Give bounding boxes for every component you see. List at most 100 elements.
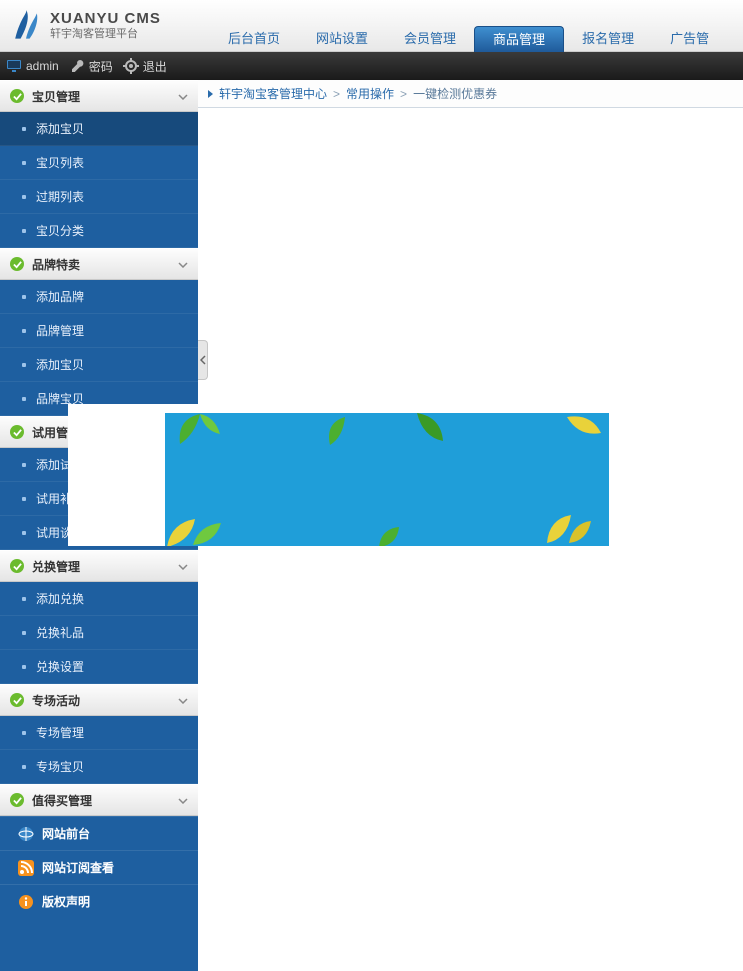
section-title: 宝贝管理 [32,88,80,105]
sidebar-section-3[interactable]: 兑换管理 [0,550,198,582]
bullet-icon [22,229,26,233]
copyright-link[interactable]: 版权声明 [0,884,198,918]
tab-1[interactable]: 网站设置 [298,26,386,52]
check-icon [10,793,24,807]
sidebar-item[interactable]: 品牌管理 [0,314,198,348]
tab-0[interactable]: 后台首页 [210,26,298,52]
chevron-down-icon [178,257,188,271]
logout-label: 退出 [143,58,167,75]
sidebar-item-label: 过期列表 [36,188,84,205]
check-icon [10,89,24,103]
sidebar-item-label: 兑换设置 [36,658,84,675]
bullet-icon [22,597,26,601]
sidebar-item-label: 添加宝贝 [36,356,84,373]
sidebar-item[interactable]: 专场宝贝 [0,750,198,784]
sidebar-item-label: 专场宝贝 [36,758,84,775]
check-icon [10,559,24,573]
sidebar-item[interactable]: 宝贝分类 [0,214,198,248]
tab-2[interactable]: 会员管理 [386,26,474,52]
leaf-icon [325,415,365,449]
sidebar-item[interactable]: 添加宝贝 [0,112,198,146]
globe-icon [18,826,34,842]
sidebar-section-0[interactable]: 宝贝管理 [0,80,198,112]
logo-subtitle: 轩宇淘客管理平台 [50,28,161,40]
sidebar-section-4[interactable]: 专场活动 [0,684,198,716]
sidebar-item[interactable]: 添加宝贝 [0,348,198,382]
sidebar-item-label: 添加宝贝 [36,120,84,137]
sidebar-item-label: 专场管理 [36,724,84,741]
sidebar-section-5[interactable]: 值得买管理 [0,784,198,816]
frontend-link[interactable]: 网站前台 [0,816,198,850]
bullet-icon [22,631,26,635]
gear-icon [123,59,139,73]
sidebar-item[interactable]: 专场管理 [0,716,198,750]
section-title: 品牌特卖 [32,256,80,273]
logo-title: XUANYU CMS [50,11,161,28]
tab-5[interactable]: 广告管 [652,26,727,52]
leaf-icon [561,413,605,449]
rss-link[interactable]: 网站订阅查看 [0,850,198,884]
logout-button[interactable]: 退出 [123,58,167,75]
sidebar-item-label: 兑换礼品 [36,624,84,641]
leaf-icon [175,413,225,449]
breadcrumb-leaf: 一键检测优惠券 [413,85,497,102]
sidebar-collapse-handle[interactable] [198,340,208,380]
chevron-down-icon [178,559,188,573]
sidebar-item[interactable]: 宝贝列表 [0,146,198,180]
chevron-down-icon [178,89,188,103]
check-icon [10,693,24,707]
breadcrumb-arrow-icon [208,90,213,98]
sidebar-item[interactable]: 过期列表 [0,180,198,214]
section-title: 值得买管理 [32,792,92,809]
sidebar-item-label: 品牌管理 [36,322,84,339]
check-icon [10,425,24,439]
password-button[interactable]: 密码 [69,58,113,75]
sidebar-item-label: 宝贝列表 [36,154,84,171]
rss-icon [18,860,34,876]
bullet-icon [22,463,26,467]
bullet-icon [22,329,26,333]
sidebar-item-label: 添加试 [36,456,72,473]
sidebar-section-1[interactable]: 品牌特卖 [0,248,198,280]
sidebar-item[interactable]: 兑换礼品 [0,616,198,650]
header: XUANYU CMS 轩宇淘客管理平台 后台首页网站设置会员管理商品管理报名管理… [0,0,743,52]
check-icon [10,257,24,271]
overlay-whitebox [68,404,165,546]
sidebar-item-label: 试用补 [36,490,72,507]
sidebar-item[interactable]: 添加兑换 [0,582,198,616]
admin-label: admin [26,59,59,73]
breadcrumb: 轩宇淘宝客管理中心 > 常用操作 > 一键检测优惠券 [198,80,743,108]
logo: XUANYU CMS 轩宇淘客管理平台 [8,8,161,44]
top-tabs: 后台首页网站设置会员管理商品管理报名管理广告管 [210,26,727,52]
section-title: 试用管 [32,424,68,441]
chevron-down-icon [178,793,188,807]
chevron-down-icon [178,693,188,707]
sidebar-item[interactable]: 兑换设置 [0,650,198,684]
bullet-icon [22,497,26,501]
bullet-icon [22,731,26,735]
wrench-icon [69,59,85,73]
topbar: admin 密码 退出 [0,52,743,80]
bullet-icon [22,161,26,165]
overlay-banner [165,413,609,546]
tab-3[interactable]: 商品管理 [474,26,564,52]
bullet-icon [22,665,26,669]
monitor-icon [6,59,22,73]
bullet-icon [22,363,26,367]
leaf-icon [413,413,447,453]
sidebar-item-label: 试用谈 [36,524,72,541]
tab-4[interactable]: 报名管理 [564,26,652,52]
breadcrumb-root[interactable]: 轩宇淘宝客管理中心 [219,85,327,102]
logo-icon [8,8,44,44]
sidebar-item[interactable]: 添加品牌 [0,280,198,314]
breadcrumb-sep: > [333,87,340,101]
admin-badge[interactable]: admin [6,59,59,73]
leaf-icon [377,527,411,546]
breadcrumb-mid[interactable]: 常用操作 [346,85,394,102]
sidebar-item-label: 添加兑换 [36,590,84,607]
breadcrumb-sep: > [400,87,407,101]
leaf-icon [543,513,593,546]
bullet-icon [22,195,26,199]
section-title: 兑换管理 [32,558,80,575]
info-icon [18,894,34,910]
